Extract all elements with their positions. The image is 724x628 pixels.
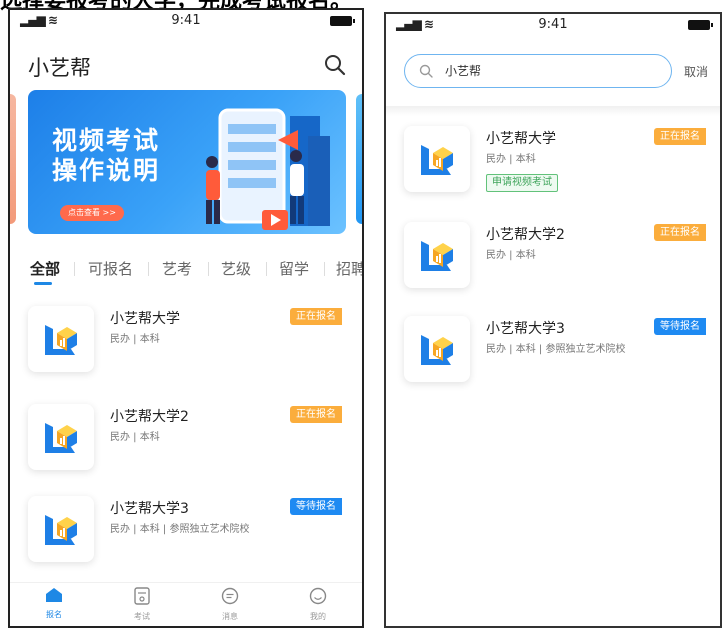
school-meta: 民办 | 本科 | 参照独立艺术院校 (486, 344, 626, 355)
tabbar-exam[interactable]: 考试 (112, 587, 172, 622)
banner-prev-peek (10, 94, 16, 224)
status-badge: 正在报名 (290, 406, 342, 423)
school-name: 小艺帮大学3 (486, 321, 565, 337)
category-tabs: 全部 可报名 艺考 艺级 留学 招聘 (10, 254, 362, 294)
school-logo-icon (45, 423, 77, 453)
battery-icon (688, 20, 713, 30)
school-logo (404, 316, 470, 382)
school-meta: 民办 | 本科 | 参照独立艺术院校 (110, 524, 250, 535)
status-badge: 等待报名 (654, 318, 706, 335)
school-name: 小艺帮大学2 (486, 227, 565, 243)
school-logo-icon (421, 145, 453, 175)
school-name: 小艺帮大学 (110, 311, 180, 327)
school-logo (28, 496, 94, 562)
search-input[interactable] (445, 63, 645, 77)
school-logo (28, 306, 94, 372)
tab-recruit[interactable]: 招聘 (336, 258, 362, 279)
tabbar-profile[interactable]: 我的 (288, 587, 348, 622)
list-item[interactable]: 小艺帮大学2 民办 | 本科 正在报名 (386, 222, 720, 302)
battery-icon (330, 16, 355, 26)
status-time: 9:41 (538, 17, 568, 32)
banner-carousel[interactable]: 视频考试 操作说明 点击查看 >> (10, 90, 362, 240)
home-screen: ▂▄▆ ≋ 9:41 小艺帮 视频考试 操作说明 点击查看 >> 全部 可报名 … (8, 8, 364, 628)
status-badge: 等待报名 (290, 498, 342, 515)
list-item[interactable]: 小艺帮大学 民办 | 本科 正在报名 (10, 306, 362, 386)
app-header: 小艺帮 (10, 32, 362, 90)
carousel-dots (176, 226, 208, 234)
tab-art-exam[interactable]: 艺考 (162, 258, 192, 279)
school-logo (28, 404, 94, 470)
search-icon[interactable] (324, 54, 346, 76)
status-badge: 正在报名 (290, 308, 342, 325)
school-name: 小艺帮大学 (486, 131, 556, 147)
exam-icon (134, 587, 150, 605)
status-bar: ▂▄▆ ≋ 9:41 (10, 10, 362, 32)
school-logo-icon (45, 515, 77, 545)
school-name: 小艺帮大学3 (110, 501, 189, 517)
school-logo-icon (421, 241, 453, 271)
bottom-tabbar: 报名 考试 消息 我的 (10, 582, 362, 626)
list-item[interactable]: 小艺帮大学2 民办 | 本科 正在报名 (10, 404, 362, 484)
tabbar-signup[interactable]: 报名 (24, 587, 84, 620)
banner-title: 视频考试 操作说明 (52, 126, 161, 185)
header-divider (386, 106, 720, 116)
search-bar[interactable] (404, 54, 672, 88)
list-item[interactable]: 小艺帮大学 民办 | 本科 正在报名 申请视频考试 (386, 126, 720, 206)
status-time: 9:41 (171, 13, 201, 28)
status-bar: ▂▄▆ ≋ 9:41 (386, 14, 720, 36)
status-badge: 正在报名 (654, 224, 706, 241)
search-screen: ▂▄▆ ≋ 9:41 取消 小艺帮大学 民办 | 本科 正在报名 申请视频考试 (384, 12, 722, 628)
school-logo (404, 222, 470, 288)
school-logo-icon (421, 335, 453, 365)
school-meta: 民办 | 本科 (486, 250, 536, 261)
tab-available[interactable]: 可报名 (88, 258, 133, 279)
school-logo (404, 126, 470, 192)
banner-video-exam-guide[interactable]: 视频考试 操作说明 点击查看 >> (28, 90, 346, 234)
cancel-button[interactable]: 取消 (684, 63, 708, 80)
school-meta: 民办 | 本科 (110, 334, 160, 345)
tab-indicator (34, 282, 52, 285)
tabbar-messages[interactable]: 消息 (200, 587, 260, 622)
message-icon (221, 587, 239, 605)
apply-video-exam-button[interactable]: 申请视频考试 (486, 174, 558, 192)
banner-illustration (206, 108, 330, 230)
school-meta: 民办 | 本科 (110, 432, 160, 443)
status-badge: 正在报名 (654, 128, 706, 145)
tab-study-abroad[interactable]: 留学 (279, 258, 309, 279)
tab-art-level[interactable]: 艺级 (221, 258, 251, 279)
school-name: 小艺帮大学2 (110, 409, 189, 425)
banner-view-button[interactable]: 点击查看 >> (60, 205, 124, 221)
banner-next-peek (356, 94, 362, 224)
school-meta: 民办 | 本科 (486, 154, 536, 165)
list-item[interactable]: 小艺帮大学3 民办 | 本科 | 参照独立艺术院校 等待报名 (10, 496, 362, 576)
school-logo-icon (45, 325, 77, 355)
home-icon (46, 588, 62, 602)
list-item[interactable]: 小艺帮大学3 民办 | 本科 | 参照独立艺术院校 等待报名 (386, 316, 720, 396)
profile-icon (309, 587, 327, 605)
search-icon (419, 64, 433, 78)
app-title: 小艺帮 (28, 56, 91, 80)
tab-all[interactable]: 全部 (30, 258, 60, 279)
